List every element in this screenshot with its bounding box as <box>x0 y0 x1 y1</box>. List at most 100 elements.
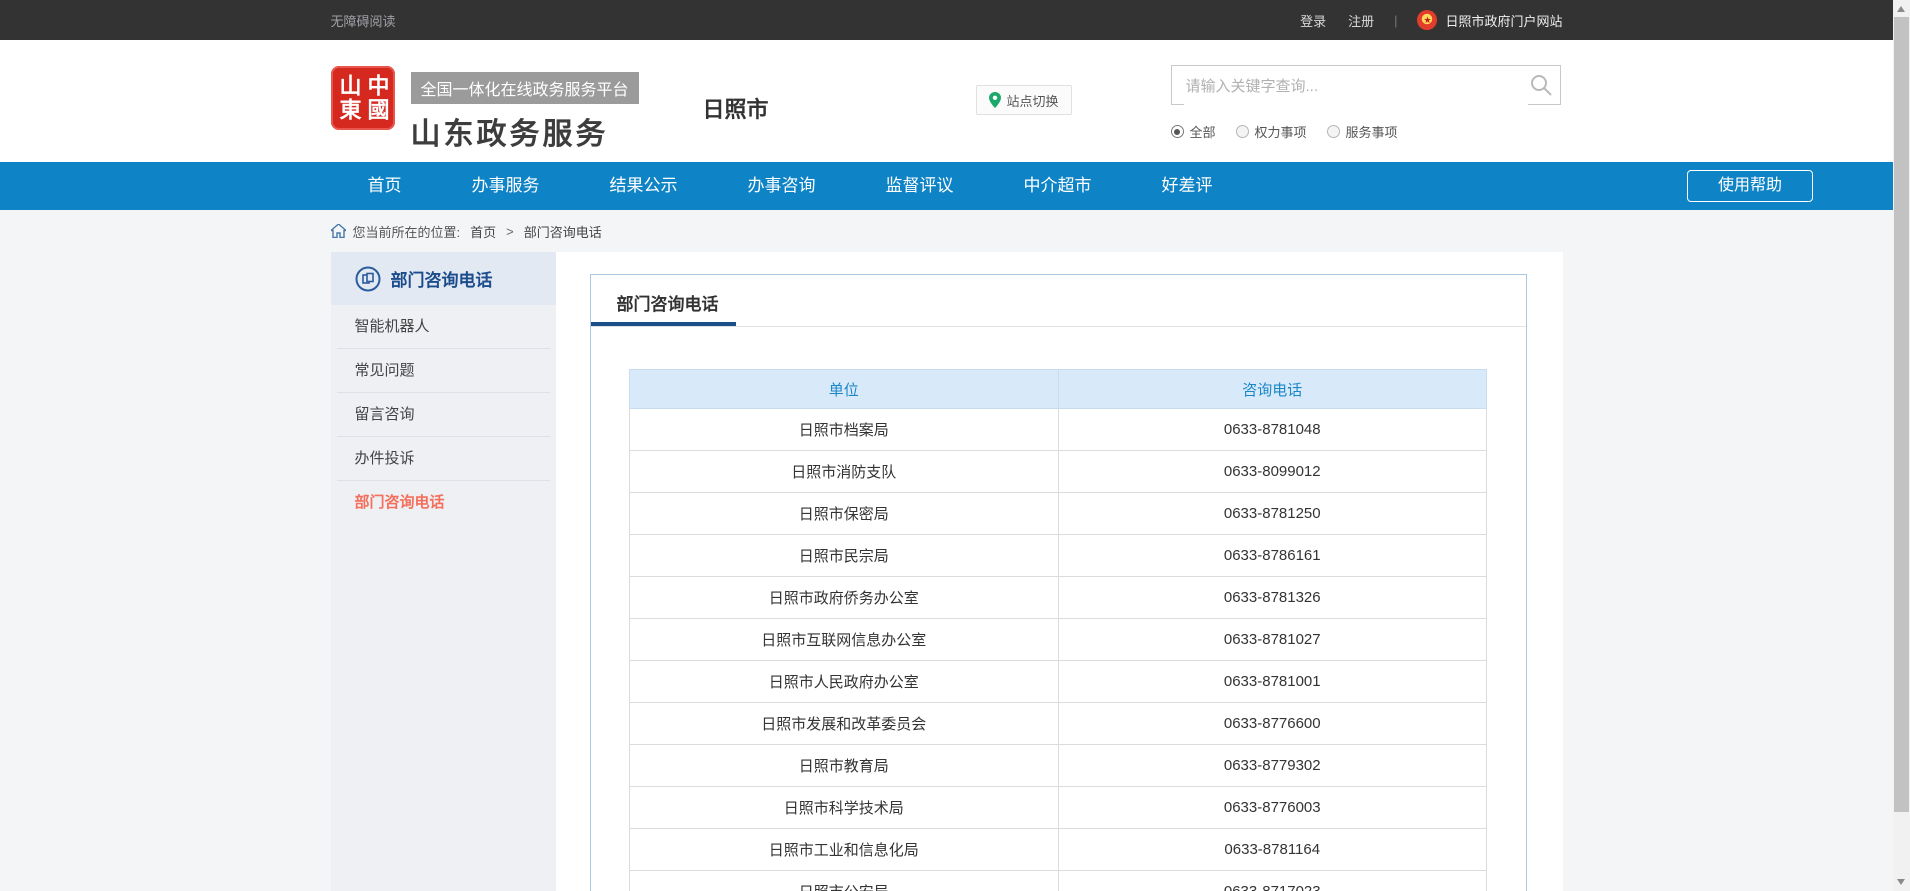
sidebar: 部门咨询电话 智能机器人常见问题留言咨询办件投诉部门咨询电话 <box>331 252 556 891</box>
unit-cell: 日照市消防支队 <box>630 451 1059 493</box>
table-row: 日照市工业和信息化局0633-8781164 <box>630 829 1487 871</box>
site-switch-button[interactable]: 站点切换 <box>976 85 1072 115</box>
phone-cell: 0633-8781164 <box>1058 829 1487 871</box>
portal-link-label: 日照市政府门户网站 <box>1445 11 1562 30</box>
register-link[interactable]: 注册 <box>1348 11 1374 30</box>
nav-item-1[interactable]: 办事服务 <box>472 162 540 210</box>
unit-cell: 日照市人民政府办公室 <box>630 661 1059 703</box>
shandong-seal-icon: 山東 中國 <box>331 66 395 130</box>
sidebar-title-label: 部门咨询电话 <box>391 266 493 291</box>
location-pin-icon <box>989 92 1001 108</box>
breadcrumb-current: 部门咨询电话 <box>524 222 602 241</box>
phone-cell: 0633-8786161 <box>1058 535 1487 577</box>
radio-icon <box>1236 125 1249 138</box>
sidebar-item-2[interactable]: 留言咨询 <box>337 393 550 437</box>
search-scope-1[interactable]: 权力事项 <box>1236 122 1307 141</box>
phone-cell: 0633-8776600 <box>1058 703 1487 745</box>
phone-cell: 0633-8779302 <box>1058 745 1487 787</box>
table-row: 日照市科学技术局0633-8776003 <box>630 787 1487 829</box>
seal-text-left: 山東 <box>336 74 362 122</box>
portal-link[interactable]: ★ 日照市政府门户网站 <box>1417 10 1562 30</box>
sidebar-item-0[interactable]: 智能机器人 <box>337 305 550 349</box>
page-scrollbar[interactable] <box>1893 0 1910 891</box>
unit-cell: 日照市科学技术局 <box>630 787 1059 829</box>
brand-title: 山东政务服务 <box>411 109 639 153</box>
accessibility-link[interactable]: 无障碍阅读 <box>331 11 396 30</box>
top-utility-bar: 无障碍阅读 登录 注册 | ★ 日照市政府门户网站 <box>0 0 1893 40</box>
nav-item-0[interactable]: 首页 <box>368 162 402 210</box>
login-link[interactable]: 登录 <box>1300 11 1326 30</box>
search-icon[interactable] <box>1530 74 1552 96</box>
search-scope-label: 权力事项 <box>1255 122 1307 141</box>
search-box <box>1171 65 1561 105</box>
search-scope-label: 服务事项 <box>1346 122 1398 141</box>
tab-active-underline <box>591 322 736 326</box>
table-row: 日照市人民政府办公室0633-8781001 <box>630 661 1487 703</box>
table-row: 日照市民宗局0633-8786161 <box>630 535 1487 577</box>
scrollbar-thumb[interactable] <box>1894 17 1909 812</box>
phone-cell: 0633-8781001 <box>1058 661 1487 703</box>
site-switch-label: 站点切换 <box>1007 91 1059 110</box>
table-header-1: 咨询电话 <box>1058 370 1487 409</box>
sidebar-title: 部门咨询电话 <box>331 252 556 305</box>
help-button[interactable]: 使用帮助 <box>1687 170 1813 202</box>
radio-icon <box>1171 125 1184 138</box>
scrollbar-up-arrow-icon[interactable] <box>1897 6 1905 12</box>
phone-cell: 0633-8781027 <box>1058 619 1487 661</box>
table-row: 日照市互联网信息办公室0633-8781027 <box>630 619 1487 661</box>
table-row: 日照市档案局0633-8781048 <box>630 409 1487 451</box>
phone-cell: 0633-8781048 <box>1058 409 1487 451</box>
unit-cell: 日照市工业和信息化局 <box>630 829 1059 871</box>
nav-item-5[interactable]: 中介超市 <box>1024 162 1092 210</box>
breadcrumb-separator: > <box>506 224 514 239</box>
unit-cell: 日照市民宗局 <box>630 535 1059 577</box>
search-input[interactable] <box>1184 67 1528 105</box>
breadcrumb-prefix: 您当前所在的位置: <box>353 222 461 241</box>
sidebar-item-4[interactable]: 部门咨询电话 <box>337 481 550 524</box>
sidebar-item-1[interactable]: 常见问题 <box>337 349 550 393</box>
table-row: 日照市消防支队0633-8099012 <box>630 451 1487 493</box>
unit-cell: 日照市发展和改革委员会 <box>630 703 1059 745</box>
tab-dept-phone[interactable]: 部门咨询电话 <box>617 290 719 315</box>
phone-cell: 0633-8781250 <box>1058 493 1487 535</box>
breadcrumb-home-link[interactable]: 首页 <box>470 222 496 241</box>
phone-cell: 0633-8099012 <box>1058 451 1487 493</box>
home-icon <box>331 224 346 238</box>
phone-cell: 0633-8781326 <box>1058 577 1487 619</box>
phone-cell: 0633-8717023 <box>1058 871 1487 891</box>
table-row: 日照市发展和改革委员会0633-8776600 <box>630 703 1487 745</box>
unit-cell: 日照市保密局 <box>630 493 1059 535</box>
table-row: 日照市保密局0633-8781250 <box>630 493 1487 535</box>
table-row: 日照市政府侨务办公室0633-8781326 <box>630 577 1487 619</box>
site-logo[interactable]: 山東 中國 全国一体化在线政务服务平台 山东政务服务 <box>331 66 639 153</box>
seal-text-right: 中國 <box>364 74 390 122</box>
search-scope-2[interactable]: 服务事项 <box>1327 122 1398 141</box>
breadcrumb: 您当前所在的位置: 首页 > 部门咨询电话 <box>0 210 1893 252</box>
nav-item-3[interactable]: 办事咨询 <box>748 162 816 210</box>
radio-icon <box>1327 125 1340 138</box>
nav-item-6[interactable]: 好差评 <box>1162 162 1213 210</box>
scrollbar-down-arrow-icon[interactable] <box>1897 879 1905 885</box>
main-content: 部门咨询电话 单位咨询电话 日照市档案局0633-8781048日照市消防支队0… <box>556 252 1563 891</box>
national-emblem-icon: ★ <box>1417 10 1437 30</box>
nav-item-2[interactable]: 结果公示 <box>610 162 678 210</box>
unit-cell: 日照市教育局 <box>630 745 1059 787</box>
search-scope-options: 全部 权力事项 服务事项 <box>1171 122 1398 141</box>
tab-header: 部门咨询电话 <box>591 275 1526 327</box>
sidebar-item-3[interactable]: 办件投诉 <box>337 437 550 481</box>
nav-item-4[interactable]: 监督评议 <box>886 162 954 210</box>
phone-cell: 0633-8776003 <box>1058 787 1487 829</box>
search-scope-label: 全部 <box>1190 122 1216 141</box>
table-row: 日照市公安局0633-8717023 <box>630 871 1487 891</box>
search-scope-0[interactable]: 全部 <box>1171 122 1216 141</box>
city-name: 日照市 <box>703 92 769 124</box>
dept-phone-table: 单位咨询电话 日照市档案局0633-8781048日照市消防支队0633-809… <box>629 369 1487 891</box>
phonebook-icon <box>355 266 381 292</box>
main-navigation: 首页 办事服务 结果公示 办事咨询 监督评议 中介超市 好差评 使用帮助 <box>0 162 1893 210</box>
site-header: 山東 中國 全国一体化在线政务服务平台 山东政务服务 日照市 站点切换 <box>0 40 1893 162</box>
unit-cell: 日照市政府侨务办公室 <box>630 577 1059 619</box>
table-header-0: 单位 <box>630 370 1059 409</box>
table-row: 日照市教育局0633-8779302 <box>630 745 1487 787</box>
platform-badge: 全国一体化在线政务服务平台 <box>411 72 639 104</box>
unit-cell: 日照市档案局 <box>630 409 1059 451</box>
